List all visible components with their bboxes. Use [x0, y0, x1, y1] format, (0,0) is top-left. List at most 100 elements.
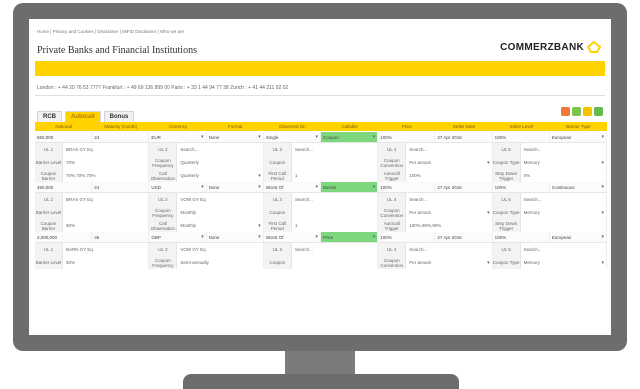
strike-date-cell[interactable]: 27 Apr 2016: [435, 132, 493, 142]
ul-input[interactable]: Search...: [521, 243, 608, 256]
field-label: Coupon Type: [492, 206, 521, 219]
callable-select[interactable]: Price: [321, 232, 379, 242]
ul-input[interactable]: Search...: [521, 193, 608, 206]
ul-input[interactable]: Search...: [406, 193, 493, 206]
coupon-convention-select[interactable]: Per annum: [406, 256, 493, 269]
column-header[interactable]: Notional: [35, 122, 92, 131]
underlyings-row: UL 1 BRAS GY Eq UL 2 Search... UL 3 Sear…: [35, 143, 608, 156]
ul-input[interactable]: Search...: [406, 243, 493, 256]
notional-cell[interactable]: 650,000: [35, 132, 93, 142]
barrier-level-input[interactable]: 50%: [63, 256, 150, 269]
coupon-frequency-input[interactable]: Quarterly: [177, 156, 264, 169]
currency-select[interactable]: EUR: [149, 132, 207, 142]
ul-input[interactable]: Search...: [177, 143, 264, 156]
export-icon[interactable]: [561, 107, 570, 116]
column-header[interactable]: Callable: [321, 122, 378, 131]
autocall-trigger-input[interactable]: 100%: [406, 169, 493, 182]
strike-date-cell[interactable]: 27 Apr 2016: [435, 232, 493, 242]
tab-autocall[interactable]: Autocall: [65, 111, 101, 122]
tab-bonus[interactable]: Bonus: [103, 111, 135, 122]
first-call-period-input[interactable]: 1: [292, 169, 379, 182]
strike-date-cell[interactable]: 27 Apr 2016: [435, 182, 493, 192]
currency-select[interactable]: USD: [149, 182, 207, 192]
barrier-level-input[interactable]: 70%: [63, 156, 150, 169]
coupon-input[interactable]: [292, 156, 379, 169]
barrier-type-select[interactable]: European: [550, 132, 608, 142]
coupon-frequency-input[interactable]: Monthly: [177, 206, 264, 219]
ul-input[interactable]: BARN GY Eq: [63, 243, 150, 256]
barrier-type-select[interactable]: Continuous: [550, 182, 608, 192]
coupon-frequency-input[interactable]: Semi-annually: [177, 256, 264, 269]
notional-cell[interactable]: 450,000: [35, 182, 93, 192]
autocall-trigger-input[interactable]: 100%,95%,90%: [406, 219, 493, 232]
tab-rcb[interactable]: RCB: [37, 111, 62, 122]
top-nav-links[interactable]: Home | Privacy and Cookies | Disclaimer …: [37, 29, 184, 34]
monitor-stand: [183, 374, 459, 389]
field-label: Coupon Type: [492, 156, 521, 169]
favorite-icon[interactable]: [583, 107, 592, 116]
column-header[interactable]: Strike Date: [435, 122, 492, 131]
column-header[interactable]: Format: [207, 122, 264, 131]
call-observation-select[interactable]: Quarterly: [177, 169, 264, 182]
notional-cell[interactable]: 2,000,000: [35, 232, 93, 242]
barrier-type-select[interactable]: European: [550, 232, 608, 242]
callable-select[interactable]: Coupon: [321, 132, 379, 142]
ul-input[interactable]: VOW GY Eq: [177, 243, 264, 256]
call-observation-select[interactable]: Monthly: [177, 219, 264, 232]
add-icon[interactable]: [572, 107, 581, 116]
ul-input[interactable]: BRAS GY Eq: [63, 143, 150, 156]
maturity-cell[interactable]: 36: [92, 232, 150, 242]
column-header[interactable]: Observed On: [264, 122, 321, 131]
price-cell[interactable]: 100%: [378, 182, 436, 192]
ul-input[interactable]: VOW GY Eq: [177, 193, 264, 206]
refresh-icon[interactable]: [594, 107, 603, 116]
maturity-cell[interactable]: 24: [92, 182, 150, 192]
ul-input[interactable]: Search...: [292, 193, 379, 206]
coupon-type-select[interactable]: Memory: [521, 206, 608, 219]
ul-input[interactable]: Search...: [292, 143, 379, 156]
currency-select[interactable]: GBP: [149, 232, 207, 242]
observed-select[interactable]: Single: [264, 132, 322, 142]
coupon-convention-select[interactable]: Per annum: [406, 206, 493, 219]
field-label: Coupon Type: [492, 256, 521, 269]
observed-select[interactable]: Worst Of: [264, 182, 322, 192]
underlyings-row: UL 1 BRAS GY Eq UL 2 VOW GY Eq UL 3 Sear…: [35, 193, 608, 206]
price-cell[interactable]: 100%: [378, 132, 436, 142]
strike-level-cell[interactable]: 100%: [493, 132, 550, 142]
ul-label: UL 1: [35, 243, 63, 256]
format-select[interactable]: None: [207, 232, 264, 242]
column-header[interactable]: Barrier Type: [550, 122, 607, 131]
column-header[interactable]: Currency: [149, 122, 206, 131]
coupon-convention-select[interactable]: Per annum: [406, 156, 493, 169]
field-label: Coupon: [263, 256, 292, 269]
maturity-cell[interactable]: 24: [92, 132, 150, 142]
format-select[interactable]: None: [207, 132, 264, 142]
ul-input[interactable]: BRAS GY Eq: [63, 193, 150, 206]
strike-level-cell[interactable]: 100%: [493, 182, 550, 192]
strike-level-cell[interactable]: 100%: [493, 232, 550, 242]
ul-input[interactable]: Search...: [406, 143, 493, 156]
column-header[interactable]: Strike Level: [493, 122, 550, 131]
column-header[interactable]: Price: [378, 122, 435, 131]
step-down-trigger-input[interactable]: [521, 219, 608, 232]
field-label: Step Down Trigger: [492, 219, 521, 232]
first-call-period-input[interactable]: 1: [292, 219, 379, 232]
field-label: Coupon Barrier: [35, 169, 63, 182]
step-down-trigger-input[interactable]: 0%: [521, 169, 608, 182]
callable-select[interactable]: Barrier: [321, 182, 379, 192]
coupon-barrier-input[interactable]: 80%: [63, 219, 150, 232]
coupon-type-select[interactable]: Memory: [521, 156, 608, 169]
coupon-type-select[interactable]: Memory: [521, 256, 608, 269]
ul-input[interactable]: Search...: [292, 243, 379, 256]
barrier-level-input[interactable]: [63, 206, 150, 219]
coupon-barrier-input[interactable]: 70%,70%,70%: [63, 169, 150, 182]
ul-input[interactable]: Search...: [521, 143, 608, 156]
price-cell[interactable]: 100%: [378, 232, 436, 242]
coupon-input[interactable]: [292, 206, 379, 219]
observed-select[interactable]: Worst Of: [264, 232, 322, 242]
barrier-row: Barrier Level 50% Coupon Frequency Semi-…: [35, 256, 608, 269]
format-select[interactable]: None: [207, 182, 264, 192]
coupon-input[interactable]: [292, 256, 379, 269]
ul-label: UL 1: [35, 143, 63, 156]
column-header[interactable]: Maturity (month): [92, 122, 149, 131]
